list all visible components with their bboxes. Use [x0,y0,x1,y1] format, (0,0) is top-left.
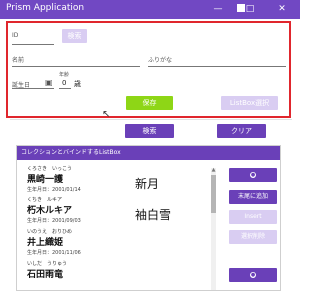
name-label: 名前 [12,57,25,64]
list-item[interactable]: いしだ うりゅう 石田雨竜 [25,260,200,290]
list-scrollbar[interactable]: ▲ [211,168,216,290]
minimize-button[interactable]: — [206,0,230,19]
item-birth: 生年月日：2001/01/14 [27,187,81,193]
item-birth: 生年月日：2001/09/03 [27,218,81,224]
circle-icon: ● [250,271,256,278]
delete-selected-button[interactable]: 選択削除 [229,230,277,244]
listbox-select-button[interactable]: ListBox選択 [221,96,278,110]
move-up-button[interactable]: ● [229,168,277,182]
search-button[interactable]: 検索 [125,124,174,138]
append-end-button[interactable]: 末尾に追加 [229,190,277,204]
age-value: 0 [62,79,67,87]
divider-line [10,119,292,120]
close-button[interactable]: ✕ [270,0,294,19]
item-name: 朽木ルキア [27,206,73,216]
clear-button[interactable]: クリア [217,124,266,138]
item-kana: いしだ うりゅう [27,261,68,267]
id-field[interactable] [12,44,54,45]
save-button[interactable]: 保存 [126,96,173,110]
list-item[interactable]: くちき ルキア 朽木ルキア 生年月日：2001/09/03 袖白雪 [25,196,200,232]
id-search-button[interactable]: 検索 [62,29,87,43]
calendar-icon[interactable]: ▣ [45,78,53,87]
maximize-button[interactable]: □ [238,0,262,19]
scroll-thumb[interactable] [211,175,216,213]
list-item[interactable]: いのうえ おりひめ 井上織姫 生年月日：2001/11/06 [25,228,200,264]
insert-button[interactable]: Insert [229,210,277,224]
window-title: Prism Application [6,3,85,13]
item-kana: いのうえ おりひめ [27,229,73,235]
item-name: 黒崎一護 [27,175,64,185]
kana-field[interactable] [148,66,286,67]
age-field [59,88,71,89]
age-caption: 年齢 [59,72,70,78]
item-zanpakuto: 袖白雪 [135,208,172,222]
name-field[interactable] [12,66,140,67]
listbox-panel: コレクションとバインドするListBox くろさき いっこう 黒崎一護 生年月日… [16,145,281,291]
age-unit: 歳 [74,80,81,88]
kana-label: ふりがな [148,57,173,64]
item-birth: 生年月日：2001/11/06 [27,250,81,256]
item-name: 石田雨竜 [27,270,64,280]
item-name: 井上織姫 [27,238,64,248]
item-kana: くちき ルキア [27,197,63,203]
listbox-header: コレクションとバインドするListBox [17,146,280,160]
birth-field[interactable] [12,88,54,89]
move-down-button[interactable]: ● [229,268,277,282]
scroll-up-icon[interactable]: ▲ [211,168,216,173]
circle-icon: ● [250,171,256,178]
item-kana: くろさき いっこう [27,166,73,172]
title-bar: Prism Application — □ ✕ [0,0,300,19]
id-label: ID [12,32,19,39]
item-zanpakuto: 新月 [135,177,160,191]
